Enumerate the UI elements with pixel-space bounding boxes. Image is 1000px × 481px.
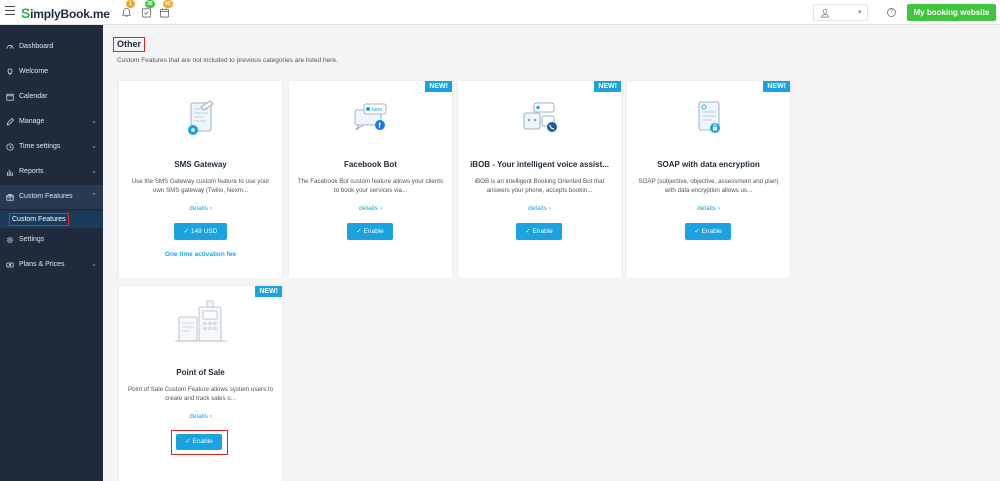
enable-button[interactable]: ✓ Enable: [176, 434, 222, 450]
tasks-badge: 30: [145, 0, 155, 8]
point-of-sale-illustration-icon: [175, 300, 227, 342]
sidebar-item-manage[interactable]: Manage ⌄: [0, 110, 103, 134]
details-link[interactable]: details ›: [627, 205, 790, 212]
new-badge: NEW!: [594, 81, 621, 92]
calendar-badge: 40: [163, 0, 173, 8]
dashboard-icon: [6, 45, 14, 49]
details-link[interactable]: details ›: [458, 205, 621, 212]
welcome-icon: [7, 68, 13, 76]
my-booking-website-button[interactable]: My booking website: [907, 4, 996, 21]
chevron-down-icon: ▾: [858, 9, 862, 16]
buy-149-usd-button[interactable]: ✓ 149 USD: [174, 223, 227, 240]
price-tag-icon: [6, 262, 14, 268]
clock-icon: [6, 143, 14, 151]
sidebar-item-label: Calendar: [19, 93, 48, 100]
sidebar-item-label: Dashboard: [19, 43, 54, 50]
enable-button[interactable]: ✓ Enable: [516, 223, 562, 240]
top-bar: SimplyBook.me 1 30 40 ▾ ? My booking web…: [0, 0, 1000, 25]
feature-card-soap: NEW! SOAP with data encryption SOAP (sub…: [627, 81, 790, 278]
ibob-illustration-icon: [523, 102, 557, 132]
sidebar-item-label: Reports: [19, 168, 44, 175]
soap-illustration-icon: [698, 101, 720, 133]
new-badge: NEW!: [763, 81, 790, 92]
new-badge: NEW!: [425, 81, 452, 92]
sms-gateway-illustration-icon: [188, 100, 214, 135]
card-title: SMS Gateway: [174, 160, 227, 169]
user-icon: [821, 9, 829, 18]
card-description: Point of Sale Custom Feature allows syst…: [127, 386, 274, 402]
beta-label: beta: [372, 107, 382, 113]
details-link[interactable]: details ›: [119, 205, 282, 212]
sidebar-item-calendar[interactable]: Calendar: [0, 85, 103, 109]
help-icon[interactable]: ?: [887, 8, 896, 17]
card-title: Point of Sale: [176, 368, 225, 377]
card-description: SOAP (subjective, objective, assessment …: [638, 178, 779, 194]
sidebar-item-label: Plans & Prices: [19, 261, 65, 268]
feature-card-ibob: NEW! iBOB - Your intelligent voice assis…: [458, 81, 621, 278]
feature-card-sms-gateway: SMS Gateway Use the SMS Gateway custom f…: [119, 81, 282, 278]
card-title: iBOB - Your intelligent voice assist...: [470, 160, 609, 169]
sidebar-item-label: Manage: [19, 118, 45, 125]
details-link[interactable]: details ›: [289, 205, 452, 212]
sidebar-item-label: Custom Features: [19, 193, 73, 200]
chevron-up-icon: ⌃: [91, 193, 97, 200]
sidebar-item-label: Settings: [19, 236, 45, 243]
pencil-icon: [6, 118, 14, 126]
new-badge: NEW!: [255, 286, 282, 297]
logo-prefix: S: [21, 5, 31, 21]
sidebar-item-time-settings[interactable]: Time settings ⌄: [0, 135, 103, 159]
sidebar-item-dashboard[interactable]: Dashboard: [0, 35, 103, 59]
card-description: Use the SMS Gateway custom feature to us…: [131, 178, 270, 194]
hamburger-menu-icon[interactable]: [5, 6, 15, 15]
card-title: Facebook Bot: [344, 160, 397, 169]
chart-icon: [6, 169, 14, 176]
activation-fee-note: One time activation fee: [164, 251, 237, 258]
notification-badge: 1: [126, 0, 135, 8]
enable-button[interactable]: ✓ Enable: [347, 223, 393, 240]
enable-button-highlight: ✓ Enable: [171, 430, 228, 455]
chevron-down-icon: ⌄: [91, 261, 97, 268]
card-description: The Facebook Bot custom feature allows y…: [297, 178, 444, 194]
sidebar-subitem-custom-features[interactable]: Custom Features: [0, 211, 103, 228]
chevron-down-icon: ⌄: [91, 118, 97, 125]
facebook-bot-illustration-icon: beta f: [354, 103, 387, 131]
sidebar-item-welcome[interactable]: Welcome: [0, 60, 103, 84]
sidebar-item-label: Welcome: [19, 68, 49, 75]
chevron-down-icon: ⌄: [91, 143, 97, 150]
bell-icon[interactable]: [121, 7, 132, 18]
chevron-down-icon: ⌄: [91, 168, 97, 175]
sidebar-item-plans-prices[interactable]: Plans & Prices ⌄: [0, 253, 103, 277]
logo-text: implyBook.me: [30, 7, 110, 21]
details-link[interactable]: details ›: [119, 413, 282, 420]
sidebar: Dashboard Welcome Calendar Manage ⌄ Time…: [0, 25, 103, 481]
page-subtitle: Custom Features that are not included to…: [117, 57, 338, 64]
tasks-icon[interactable]: [141, 7, 152, 18]
calendar-icon: [6, 93, 14, 101]
page-title: Other: [113, 37, 146, 52]
card-title: SOAP with data encryption: [657, 160, 760, 169]
feature-card-facebook-bot: NEW! beta f Facebook Bot The Facebook Bo…: [289, 81, 452, 278]
sidebar-item-reports[interactable]: Reports ⌄: [0, 160, 103, 184]
sidebar-item-label: Time settings: [19, 143, 61, 150]
puzzle-icon: [6, 193, 14, 201]
sidebar-item-custom-features[interactable]: Custom Features ⌃: [0, 185, 103, 209]
gear-icon: [6, 236, 14, 244]
card-description: iBOB is an intelligent Booking Oriented …: [474, 178, 605, 194]
enable-button[interactable]: ✓ Enable: [685, 223, 731, 240]
user-account-select[interactable]: ▾: [813, 4, 868, 21]
logo[interactable]: SimplyBook.me: [21, 5, 110, 21]
sidebar-subitem-label: Custom Features: [9, 213, 69, 226]
calendar-top-icon[interactable]: [159, 7, 170, 18]
sidebar-item-settings[interactable]: Settings: [0, 228, 103, 252]
